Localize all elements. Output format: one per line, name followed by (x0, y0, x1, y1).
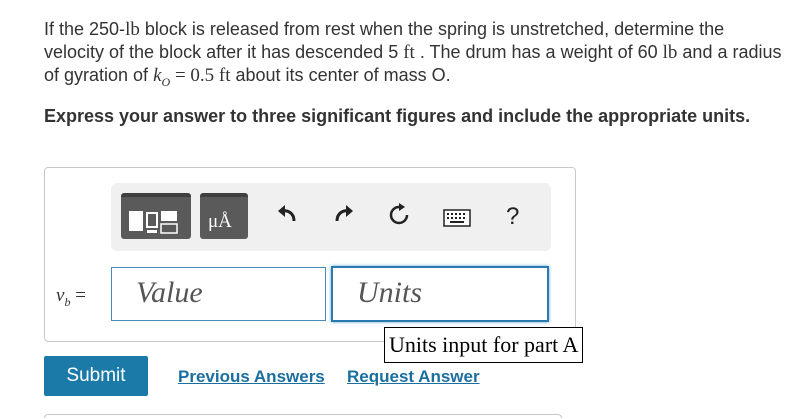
undo-icon[interactable] (276, 203, 298, 231)
units-symbol-button[interactable]: μÅ (200, 193, 248, 239)
units-input-tooltip: Units input for part A (384, 327, 584, 363)
redo-icon[interactable] (333, 203, 355, 231)
submit-button[interactable]: Submit (44, 356, 148, 396)
templates-button[interactable] (121, 193, 191, 239)
units-icon: μÅ (208, 211, 232, 232)
answer-variable-label: vb = (56, 285, 86, 309)
units-input[interactable]: Units (331, 266, 549, 322)
value-input[interactable]: Value (111, 267, 326, 321)
answer-instruction: Express your answer to three significant… (44, 106, 751, 126)
previous-answers-link[interactable]: Previous Answers (178, 367, 325, 387)
math-toolbar: μÅ ? (111, 183, 551, 251)
request-answer-link[interactable]: Request Answer (347, 367, 480, 387)
next-panel-edge (44, 414, 562, 418)
keyboard-icon[interactable] (443, 207, 471, 233)
help-button[interactable]: ? (506, 203, 519, 231)
reset-icon[interactable] (387, 203, 411, 233)
templates-icon (129, 211, 178, 234)
problem-statement: If the 250-lb block is released from res… (44, 19, 782, 89)
